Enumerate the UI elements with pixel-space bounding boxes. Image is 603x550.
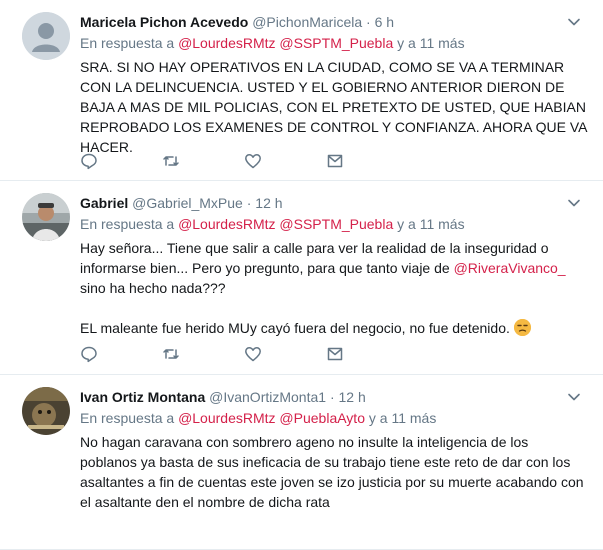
reply-prefix: En respuesta a (80, 216, 175, 232)
retweet-button[interactable] (162, 344, 244, 364)
direct-message-button[interactable] (326, 344, 408, 364)
timestamp[interactable]: 12 h (255, 195, 282, 211)
tweet-header: Ivan Ortiz Montana @IvanOrtizMonta1 · 12… (80, 387, 587, 407)
reply-icon (81, 346, 97, 363)
retweet-icon (163, 349, 179, 359)
tweet-text: SRA. SI NO HAY OPERATIVOS EN LA CIUDAD, … (80, 57, 587, 157)
mention-link[interactable]: @SSPTM_Puebla (279, 216, 393, 232)
avatar-photo (22, 387, 70, 435)
like-button[interactable] (244, 151, 326, 171)
unamused-face-emoji (513, 319, 531, 336)
mention-link[interactable]: @LourdesRMtz (178, 216, 275, 232)
tweet-actions (80, 151, 408, 171)
mention-link[interactable]: @LourdesRMtz (178, 410, 275, 426)
tweet[interactable]: Gabriel @Gabriel_MxPue · 12 h En respues… (0, 181, 603, 375)
tweet-text-part: sino ha hecho nada??? (80, 280, 226, 296)
separator-dot: · (246, 195, 252, 211)
separator-dot: · (366, 14, 371, 30)
tweet-paragraph: Hay señora... Tiene que salir a calle pa… (80, 238, 587, 298)
tweet-paragraph: SRA. SI NO HAY OPERATIVOS EN LA CIUDAD, … (80, 59, 587, 155)
direct-message-icon (327, 347, 343, 361)
mention-link[interactable]: @PueblaAyto (279, 410, 365, 426)
reply-suffix[interactable]: y a 11 más (369, 410, 436, 426)
direct-message-button[interactable] (326, 151, 408, 171)
tweet-header: Gabriel @Gabriel_MxPue · 12 h (80, 193, 587, 213)
reply-suffix[interactable]: y a 11 más (397, 35, 464, 51)
tweet[interactable]: Maricela Pichon Acevedo @PichonMaricela … (0, 0, 603, 181)
author-handle[interactable]: @PichonMaricela (252, 14, 362, 30)
reply-button[interactable] (80, 344, 162, 364)
avatar-photo (22, 193, 70, 241)
author-handle[interactable]: @IvanOrtizMonta1 (209, 389, 326, 405)
mention-link[interactable]: @RiveraVivanco_ (454, 260, 566, 276)
tweet-text-part: EL maleante fue herido MUy cayó fuera de… (80, 320, 510, 336)
reply-context: En respuesta a @LourdesRMtz @PueblaAyto … (80, 408, 587, 428)
reply-suffix[interactable]: y a 11 más (397, 216, 464, 232)
avatar[interactable] (22, 387, 70, 435)
reply-icon (81, 153, 97, 170)
retweet-icon (163, 156, 179, 166)
chevron-down-icon[interactable] (567, 196, 581, 210)
tweet-header: Maricela Pichon Acevedo @PichonMaricela … (80, 12, 587, 32)
tweet-paragraph: EL maleante fue herido MUy cayó fuera de… (80, 318, 587, 338)
tweet-text: No hagan caravana con sombrero ageno no … (80, 432, 587, 512)
mention-link[interactable]: @SSPTM_Puebla (279, 35, 393, 51)
tweet[interactable]: Ivan Ortiz Montana @IvanOrtizMonta1 · 12… (0, 375, 603, 550)
reply-button[interactable] (80, 151, 162, 171)
like-icon (245, 154, 261, 169)
reply-prefix: En respuesta a (80, 410, 175, 426)
default-avatar-icon (22, 12, 70, 60)
retweet-button[interactable] (162, 151, 244, 171)
tweet-actions (80, 344, 408, 364)
like-icon (245, 347, 261, 362)
tweet-text: Hay señora... Tiene que salir a calle pa… (80, 238, 587, 338)
separator-dot: · (329, 389, 335, 405)
like-button[interactable] (244, 344, 326, 364)
reply-prefix: En respuesta a (80, 35, 175, 51)
chevron-down-icon[interactable] (567, 390, 581, 404)
author-name[interactable]: Maricela Pichon Acevedo (80, 14, 248, 30)
author-name[interactable]: Gabriel (80, 195, 128, 211)
reply-context: En respuesta a @LourdesRMtz @SSPTM_Puebl… (80, 33, 587, 53)
reply-context: En respuesta a @LourdesRMtz @SSPTM_Puebl… (80, 214, 587, 234)
avatar[interactable] (22, 193, 70, 241)
chevron-down-icon[interactable] (567, 15, 581, 29)
avatar[interactable] (22, 12, 70, 60)
direct-message-icon (327, 154, 343, 168)
author-name[interactable]: Ivan Ortiz Montana (80, 389, 205, 405)
timestamp[interactable]: 6 h (375, 14, 394, 30)
tweet-paragraph: No hagan caravana con sombrero ageno no … (80, 434, 584, 510)
author-handle[interactable]: @Gabriel_MxPue (132, 195, 243, 211)
timestamp[interactable]: 12 h (339, 389, 366, 405)
mention-link[interactable]: @LourdesRMtz (178, 35, 275, 51)
